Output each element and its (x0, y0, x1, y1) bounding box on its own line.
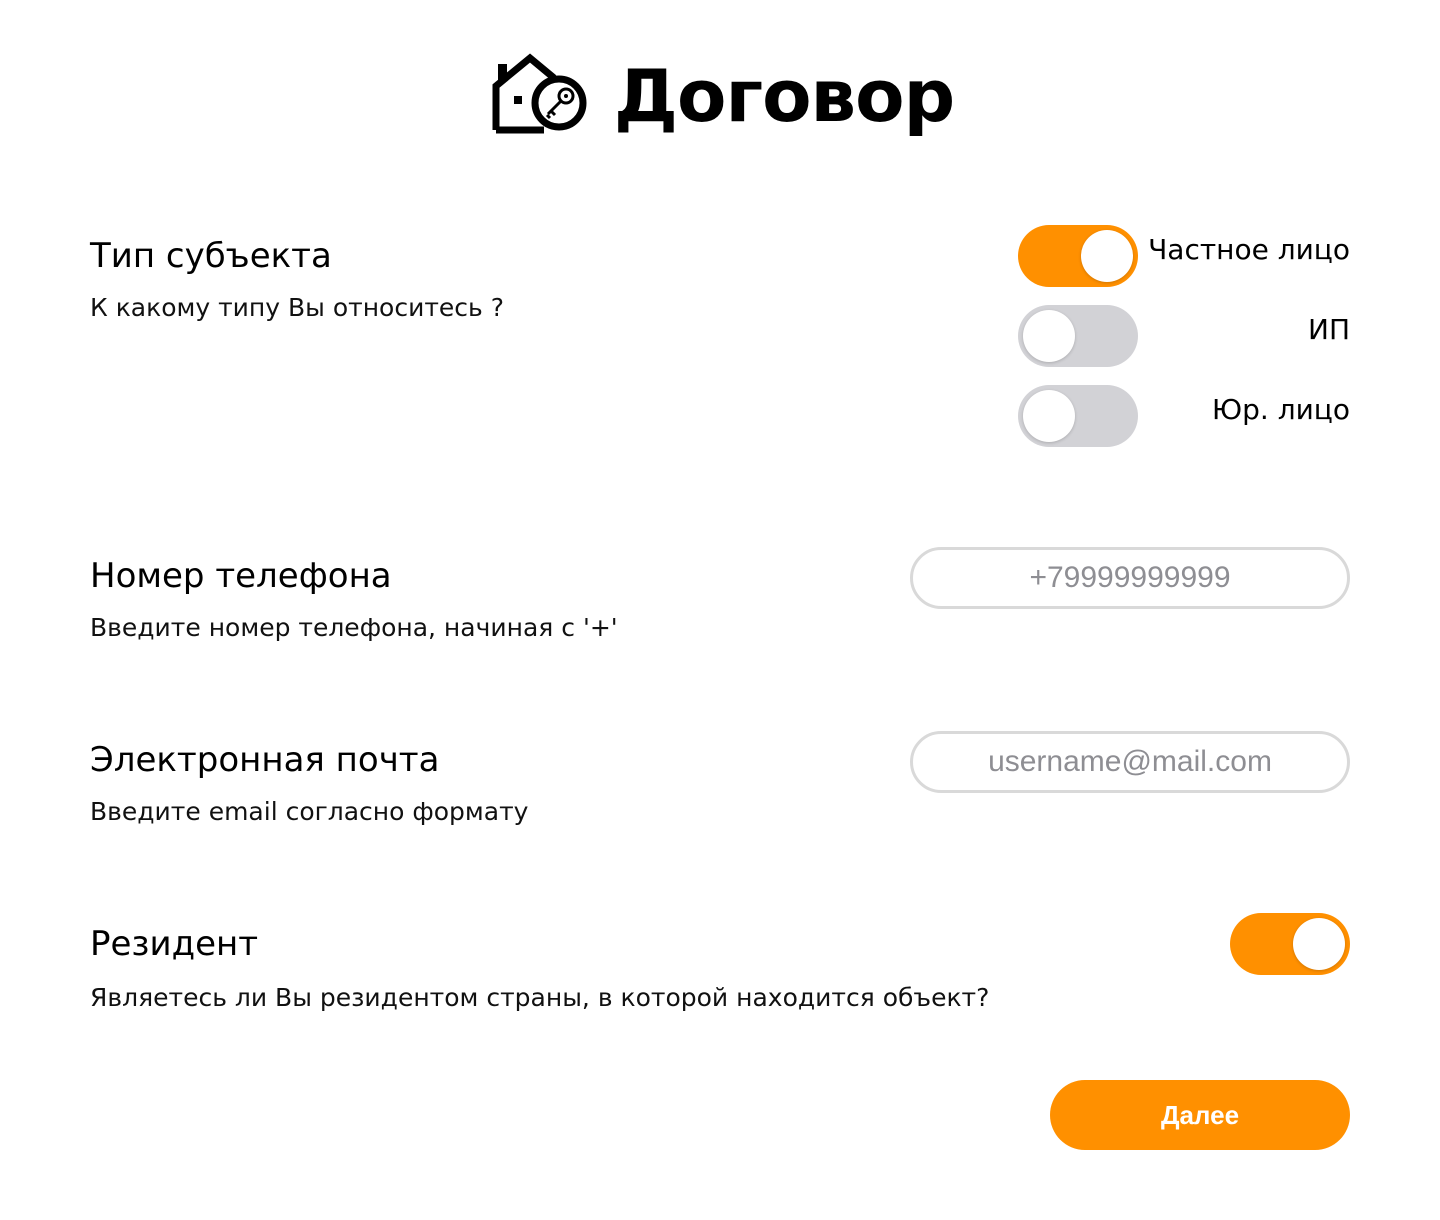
email-title: Электронная почта (90, 740, 440, 780)
toggle-knob (1293, 918, 1345, 970)
next-button[interactable]: Далее (1050, 1080, 1350, 1150)
toggle-legal-entity[interactable] (1018, 385, 1138, 447)
option-label-private-person: Частное лицо (1148, 233, 1350, 266)
resident-description: Являетесь ли Вы резидентом страны, в кот… (90, 983, 990, 1012)
resident-title: Резидент (90, 924, 259, 964)
page-title: Договор (613, 54, 955, 138)
phone-input[interactable] (910, 547, 1350, 609)
subject-type-description: К какому типу Вы относитесь ? (90, 293, 504, 322)
toggle-resident[interactable] (1230, 913, 1350, 975)
option-label-legal-entity: Юр. лицо (1211, 393, 1350, 426)
toggle-knob (1023, 310, 1075, 362)
toggle-knob (1023, 390, 1075, 442)
house-key-icon (492, 53, 587, 134)
email-description: Введите email согласно формату (90, 797, 529, 826)
phone-title: Номер телефона (90, 556, 392, 596)
option-label-sole-proprietor: ИП (1308, 313, 1350, 346)
toggle-knob (1081, 230, 1133, 282)
toggle-sole-proprietor[interactable] (1018, 305, 1138, 367)
email-input[interactable] (910, 731, 1350, 793)
page-header: Договор (0, 40, 1440, 150)
toggle-private-person[interactable] (1018, 225, 1138, 287)
phone-description: Введите номер телефона, начиная с '+' (90, 613, 618, 642)
subject-type-title: Тип субъекта (90, 236, 332, 276)
